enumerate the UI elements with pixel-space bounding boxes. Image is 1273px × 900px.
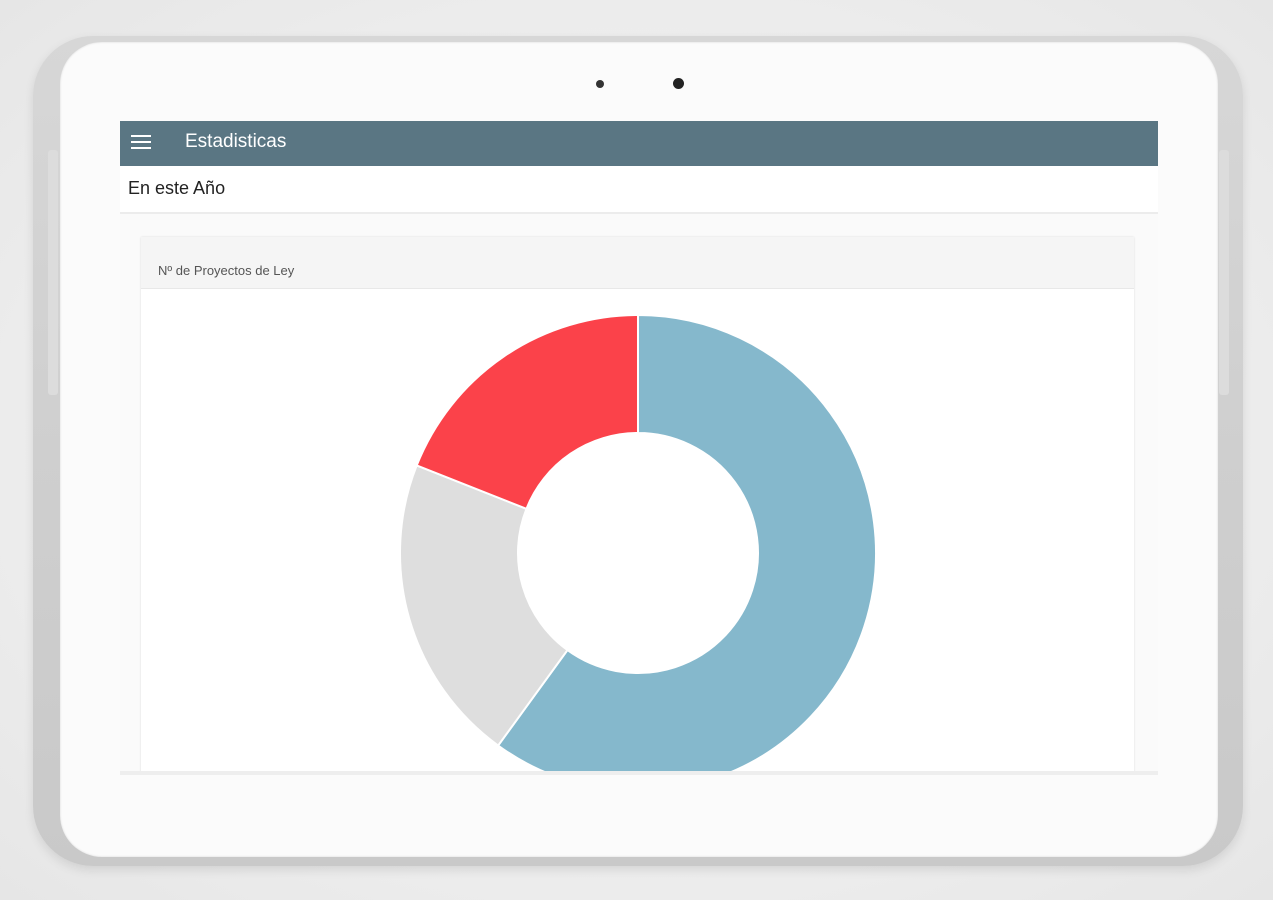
- section-title: En este Año: [128, 178, 226, 198]
- tablet-screen: Estadisticas En este Año Nº de Proyectos…: [120, 121, 1158, 775]
- tablet-side-button-left: [48, 150, 58, 395]
- tablet-side-button-right: [1219, 150, 1229, 395]
- screen-bottom-edge: [120, 771, 1158, 775]
- hamburger-menu-icon[interactable]: [131, 134, 151, 150]
- app-bar: Estadisticas: [120, 121, 1158, 166]
- app-title: Estadisticas: [185, 131, 287, 152]
- sensor-dot: [596, 80, 604, 88]
- front-camera: [673, 78, 684, 89]
- background-scene: Estadisticas En este Año Nº de Proyectos…: [0, 0, 1273, 900]
- donut-chart: [399, 313, 877, 775]
- chart-card: Nº de Proyectos de Ley: [141, 237, 1134, 775]
